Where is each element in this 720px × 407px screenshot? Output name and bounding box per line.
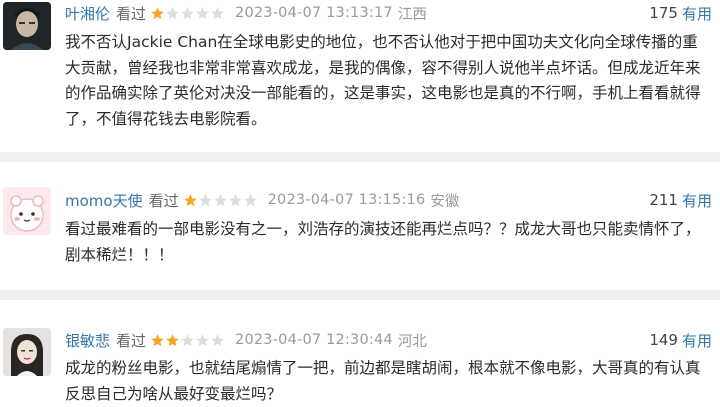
comment-location: 安徽 bbox=[430, 193, 460, 210]
comment-time: 2023-04-07 13:13:17 bbox=[235, 5, 393, 21]
comment-text: 看过最难看的一部电影没有之一，刘浩存的演技还能再烂点吗？？成龙大哥也只能卖情怀了… bbox=[65, 220, 701, 264]
star-filled-icon bbox=[151, 333, 164, 346]
star-filled-icon bbox=[166, 333, 179, 346]
user-avatar[interactable] bbox=[3, 187, 51, 235]
user-avatar[interactable] bbox=[3, 328, 51, 376]
girl-portrait-avatar-icon bbox=[3, 328, 51, 376]
vote-area: 211 有用 bbox=[649, 188, 712, 212]
star-empty-icon bbox=[213, 193, 227, 206]
star-empty-icon bbox=[196, 6, 209, 19]
comment-time: 2023-04-07 12:30:44 bbox=[235, 332, 393, 348]
dark-portrait-avatar-icon bbox=[3, 2, 51, 50]
star-filled-icon bbox=[183, 193, 197, 206]
star-empty-icon bbox=[196, 333, 209, 346]
pink-cartoon-avatar-icon bbox=[3, 187, 51, 235]
vote-count: 149 bbox=[649, 331, 678, 349]
star-empty-icon bbox=[228, 193, 242, 206]
vote-area: 175 有用 bbox=[649, 1, 712, 25]
watched-label: 看过 bbox=[116, 4, 147, 23]
star-empty-icon bbox=[211, 333, 224, 346]
user-avatar[interactable] bbox=[3, 2, 51, 50]
username-link[interactable]: 叶湘伦 bbox=[65, 3, 110, 24]
username-link[interactable]: 银敏悲 bbox=[65, 330, 110, 351]
vote-count: 211 bbox=[649, 191, 678, 209]
vote-count: 175 bbox=[649, 4, 678, 22]
star-empty-icon bbox=[211, 6, 224, 19]
star-empty-icon bbox=[198, 193, 212, 206]
comment-meta: 银敏悲 看过 2023-04-07 12:30:44 河北 bbox=[65, 328, 427, 352]
rating-stars bbox=[150, 333, 225, 348]
comment-location: 江西 bbox=[397, 6, 427, 23]
comment-text: 成龙的粉丝电影，也就结尾煽情了一把，前边都是瞎胡闹，根本就不像电影，大哥真的有认… bbox=[65, 359, 701, 403]
comment-meta: 叶湘伦 看过 2023-04-07 13:13:17 江西 bbox=[65, 1, 427, 25]
vote-area: 149 有用 bbox=[649, 328, 712, 352]
comment-location: 河北 bbox=[397, 333, 427, 350]
divider bbox=[0, 152, 720, 162]
comment-time: 2023-04-07 13:15:16 bbox=[267, 192, 426, 208]
divider bbox=[0, 290, 720, 300]
rating-stars bbox=[183, 193, 258, 208]
helpful-button[interactable]: 有用 bbox=[682, 330, 712, 351]
username-link[interactable]: momo天使 bbox=[65, 190, 143, 211]
star-filled-icon bbox=[151, 6, 164, 19]
comment-meta: momo天使 看过 2023-04-07 13:15:16 安徽 bbox=[65, 188, 459, 212]
watched-label: 看过 bbox=[148, 191, 179, 210]
comment-item: momo天使 看过 2023-04-07 13:15:16 安徽 211 有用 … bbox=[0, 162, 720, 282]
comment-item: 银敏悲 看过 2023-04-07 12:30:44 河北 149 有用 成龙的… bbox=[0, 320, 720, 405]
helpful-button[interactable]: 有用 bbox=[682, 3, 712, 24]
comment-item: 叶湘伦 看过 2023-04-07 13:13:17 江西 175 有用 我不否… bbox=[0, 0, 720, 152]
watched-label: 看过 bbox=[116, 331, 147, 350]
comment-text: 我不否认Jackie Chan在全球电影史的地位，也不否认他对于把中国功夫文化向… bbox=[65, 33, 701, 128]
star-empty-icon bbox=[243, 193, 257, 206]
star-empty-icon bbox=[181, 6, 194, 19]
rating-stars bbox=[150, 6, 225, 21]
helpful-button[interactable]: 有用 bbox=[682, 190, 712, 211]
star-empty-icon bbox=[166, 6, 179, 19]
star-empty-icon bbox=[181, 333, 194, 346]
